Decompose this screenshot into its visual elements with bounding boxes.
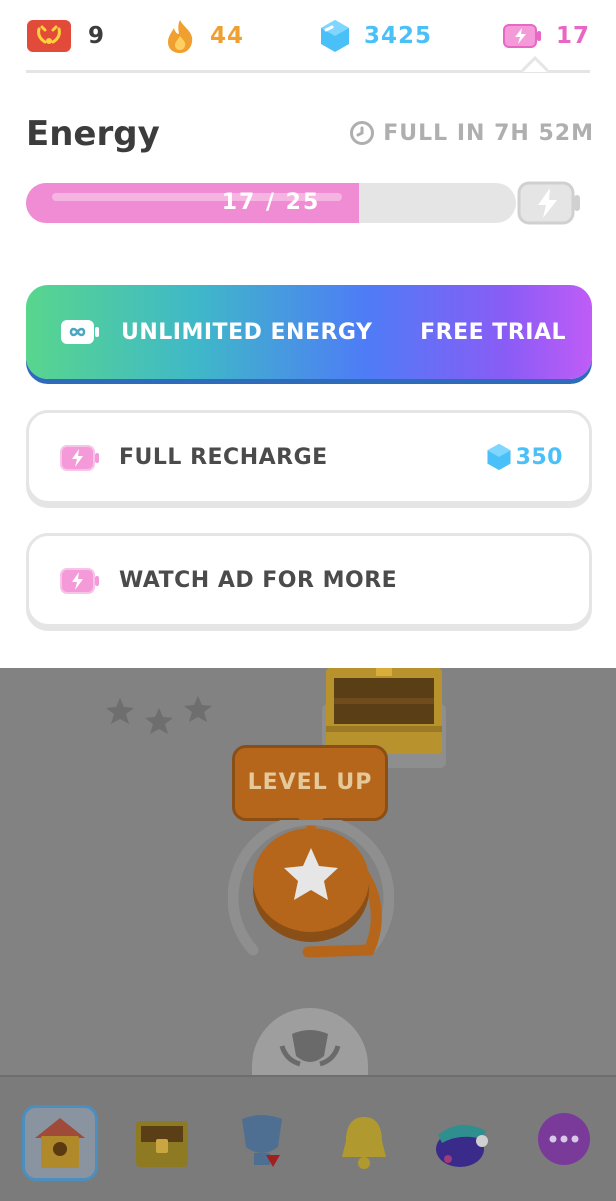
gem-icon xyxy=(487,443,511,471)
infinity-battery-icon xyxy=(61,320,99,344)
energy-progress-bar: 17 / 25 xyxy=(26,183,516,223)
home-icon xyxy=(35,1118,85,1168)
battery-bolt-icon xyxy=(503,24,541,48)
chest-icon xyxy=(136,1121,188,1167)
unlimited-energy-label: UNLIMITED ENERGY xyxy=(121,319,373,345)
nav-leaderboard-tab[interactable] xyxy=(226,1105,302,1181)
battery-bolt-icon xyxy=(60,445,99,471)
full-recharge-label: FULL RECHARGE xyxy=(119,444,328,470)
battery-bolt-icon xyxy=(60,568,99,594)
energy-count: 17 xyxy=(556,23,591,49)
refill-timer: FULL IN 7H 52M xyxy=(349,120,594,146)
locked-trophy-node[interactable] xyxy=(252,1006,368,1076)
battery-bolt-icon xyxy=(517,181,580,225)
divider xyxy=(26,70,590,73)
laurel-shield-icon xyxy=(27,20,71,52)
level-node-button[interactable] xyxy=(228,820,394,960)
nav-home-tab[interactable] xyxy=(22,1105,98,1181)
gems-stat[interactable]: 3425 xyxy=(318,18,432,54)
energy-progress-text: 17 / 25 xyxy=(221,190,321,215)
watch-ad-label: WATCH AD FOR MORE xyxy=(119,567,398,593)
nav-profile-tab[interactable] xyxy=(424,1105,500,1181)
nav-notifications-tab[interactable] xyxy=(326,1105,402,1181)
level-up-tooltip: LEVEL UP xyxy=(232,745,388,821)
trophy-icon xyxy=(242,1115,282,1167)
league-stat[interactable]: 9 xyxy=(26,18,105,54)
refill-timer-text: FULL IN 7H 52M xyxy=(383,120,594,146)
gems-count: 3425 xyxy=(364,23,433,49)
recharge-price: 350 xyxy=(515,444,563,470)
watch-ad-button[interactable]: WATCH AD FOR MORE xyxy=(26,533,592,627)
energy-stat[interactable]: 17 xyxy=(502,18,590,54)
nav-chest-tab[interactable] xyxy=(124,1105,200,1181)
flame-icon xyxy=(168,20,193,53)
streak-stat[interactable]: 44 xyxy=(164,18,244,54)
gem-icon xyxy=(321,20,349,52)
panel-title: Energy xyxy=(26,114,160,154)
league-count: 9 xyxy=(88,23,106,49)
clock-icon xyxy=(350,121,375,145)
more-icon xyxy=(538,1113,590,1165)
free-trial-label: FREE TRIAL xyxy=(420,319,566,345)
streak-count: 44 xyxy=(210,23,245,49)
nav-more-tab[interactable] xyxy=(530,1105,606,1181)
dropdown-caret xyxy=(522,56,548,72)
full-recharge-button[interactable]: FULL RECHARGE 350 xyxy=(26,410,592,504)
bell-icon xyxy=(342,1117,386,1169)
character-icon xyxy=(436,1124,488,1167)
unlimited-energy-button[interactable]: UNLIMITED ENERGY FREE TRIAL xyxy=(26,285,592,379)
stars-icon xyxy=(106,696,212,734)
